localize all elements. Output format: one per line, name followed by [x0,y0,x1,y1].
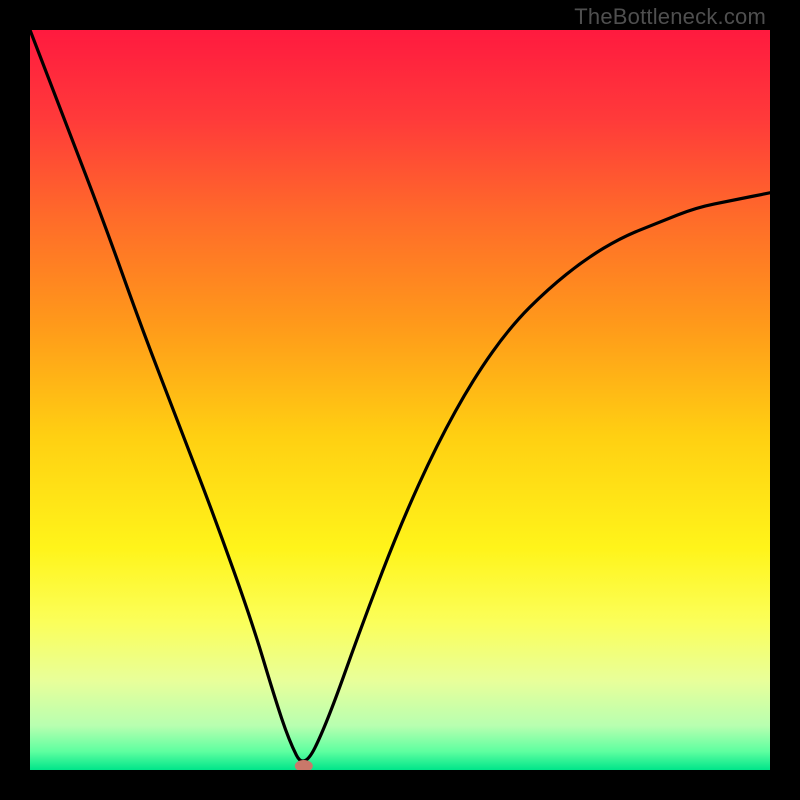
watermark-text: TheBottleneck.com [574,4,766,30]
gradient-background [30,30,770,770]
chart-frame [30,30,770,770]
bottleneck-chart [30,30,770,770]
